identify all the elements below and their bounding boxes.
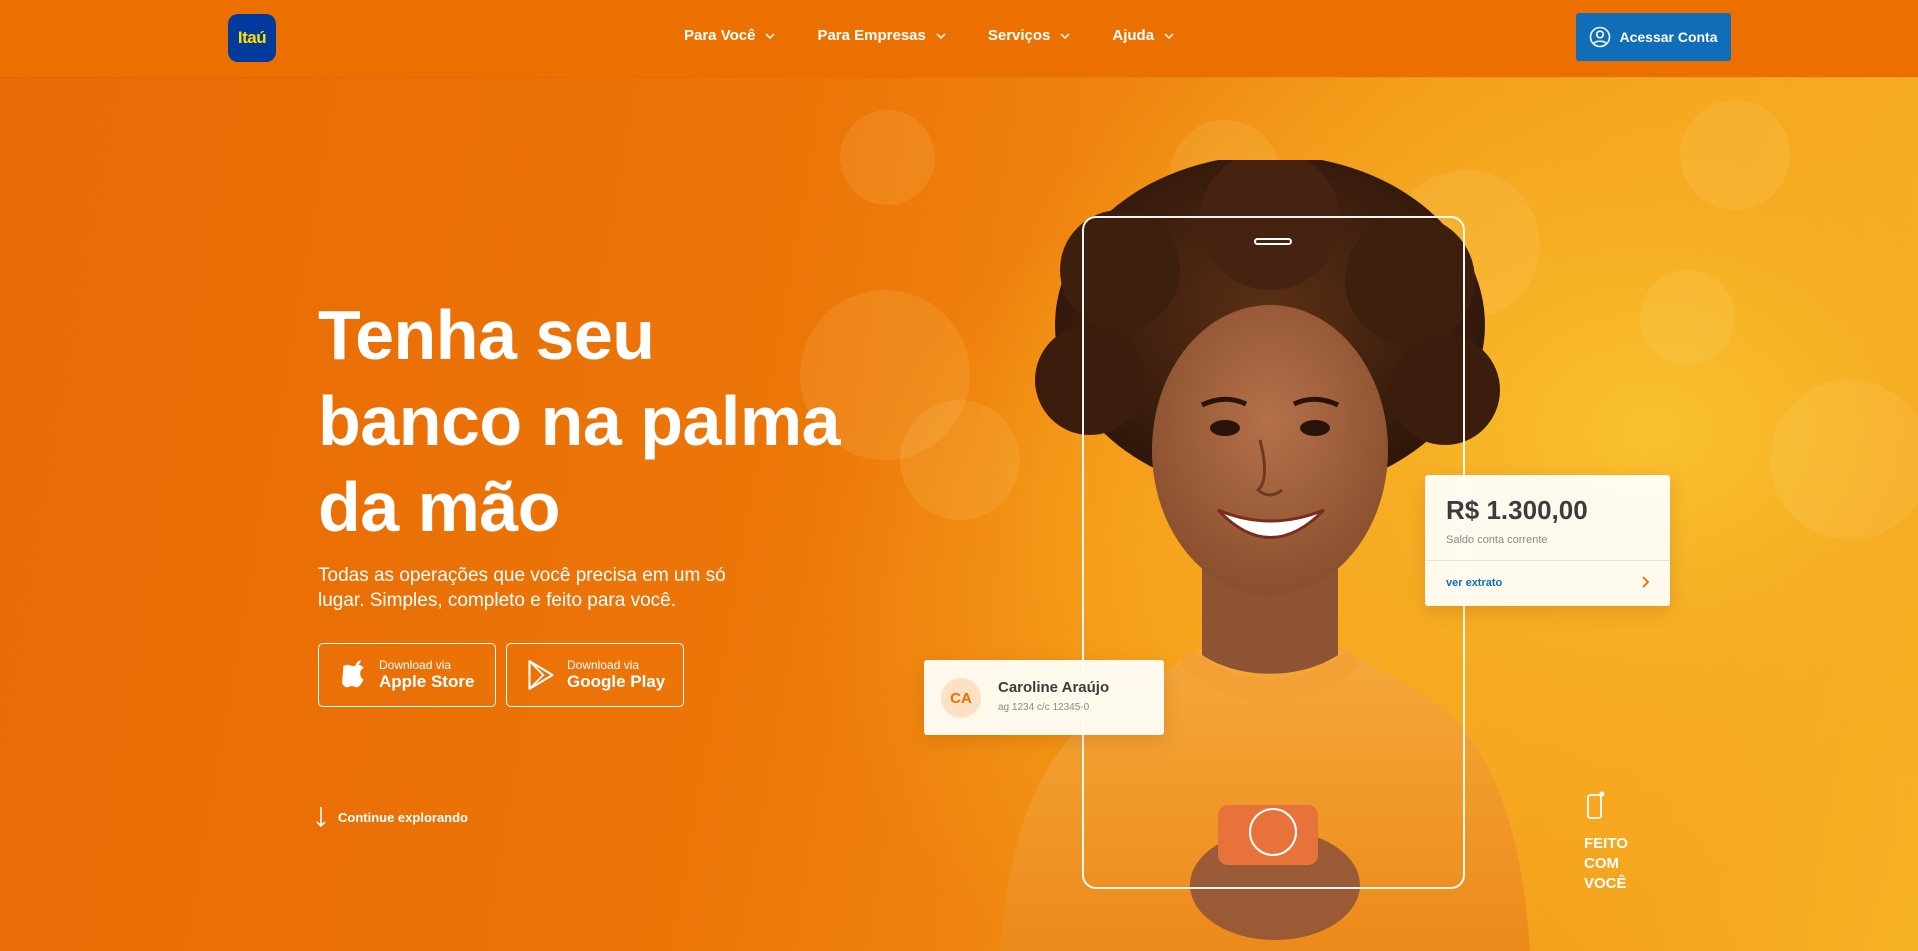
chevron-down-icon (1060, 32, 1070, 39)
page-title: Tenha seu banco na palma da mão (318, 292, 878, 550)
google-play-button[interactable]: Download via Google Play (506, 643, 684, 707)
hero-subtitle: Todas as operações que você precisa em u… (318, 563, 758, 613)
nav-para-voce[interactable]: Para Você (684, 27, 775, 44)
headline-line: da mão (318, 468, 561, 546)
arrow-down-icon (316, 807, 326, 828)
hero-section: R$ 1.300,00 Saldo conta corrente ver ext… (0, 0, 1918, 951)
store-name: Apple Store (379, 672, 475, 691)
main-nav: Para Você Para Empresas Serviços Ajuda (684, 27, 1216, 44)
explore-label: Continue explorando (338, 809, 468, 825)
access-label: Acessar Conta (1619, 29, 1718, 45)
balance-amount: R$ 1.300,00 (1446, 495, 1588, 525)
chevron-down-icon (765, 32, 775, 39)
subtitle-line: Todas as operações que você precisa em u… (318, 565, 726, 586)
nav-servicos[interactable]: Serviços (988, 27, 1071, 44)
apple-icon (342, 660, 364, 688)
account-number: ag 1234 c/c 12345-0 (998, 702, 1090, 713)
headline-line: banco na palma (318, 382, 841, 460)
phone-frame-outline (1082, 216, 1465, 889)
google-play-icon (528, 660, 554, 690)
phone-home-button (1249, 808, 1297, 856)
user-icon (1590, 26, 1611, 48)
user-card: CA Caroline Araújo ag 1234 c/c 12345-0 (924, 660, 1164, 735)
store-name: Google Play (567, 672, 666, 691)
phone-icon (1587, 791, 1605, 819)
divider (1425, 560, 1670, 561)
nav-label: Ajuda (1112, 27, 1155, 44)
bokeh-decoration (1770, 380, 1918, 540)
phone-notch (1254, 238, 1292, 245)
avatar: CA (941, 678, 981, 718)
nav-label: Para Empresas (817, 27, 926, 44)
bokeh-decoration (1640, 270, 1735, 365)
access-account-button[interactable]: Acessar Conta (1576, 13, 1731, 61)
apple-store-button[interactable]: Download via Apple Store (318, 643, 496, 707)
made-line: VOCÊ (1584, 875, 1627, 892)
bokeh-decoration (840, 110, 935, 205)
made-with-you-badge: FEITO COM VOCÊ (1584, 790, 1628, 894)
nav-label: Para Você (684, 27, 756, 44)
continue-exploring-link[interactable]: Continue explorando (316, 806, 468, 828)
itau-logo[interactable]: Itaú (228, 14, 276, 62)
user-name: Caroline Araújo (998, 679, 1110, 696)
made-line: COM (1584, 855, 1619, 872)
top-navbar: Itaú Para Você Para Empresas Serviços Aj… (0, 0, 1918, 77)
headline-line: Tenha seu (318, 296, 655, 374)
store-caption: Download via (379, 658, 452, 672)
made-line: FEITO (1584, 835, 1628, 852)
balance-label: Saldo conta corrente (1446, 534, 1548, 546)
chevron-right-icon (1642, 576, 1650, 588)
chevron-down-icon (1164, 32, 1174, 39)
subtitle-line: lugar. Simples, completo e feito para vo… (318, 590, 677, 611)
nav-para-empresas[interactable]: Para Empresas (817, 27, 946, 44)
bokeh-decoration (1680, 100, 1790, 210)
store-caption: Download via (567, 658, 640, 672)
statement-link[interactable]: ver extrato (1446, 577, 1502, 589)
nav-ajuda[interactable]: Ajuda (1112, 27, 1174, 44)
balance-card: R$ 1.300,00 Saldo conta corrente ver ext… (1425, 475, 1670, 606)
nav-label: Serviços (987, 27, 1051, 44)
chevron-down-icon (936, 32, 946, 39)
